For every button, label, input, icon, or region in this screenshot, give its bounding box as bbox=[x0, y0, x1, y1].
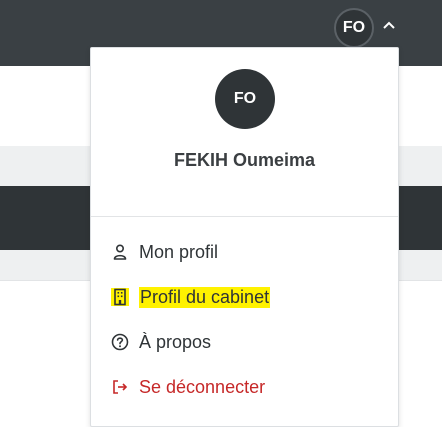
menu-item-mon-profil[interactable]: Mon profil bbox=[111, 238, 218, 266]
user-name: FEKIH Oumeima bbox=[173, 150, 316, 170]
user-menu-dropdown: FO FEKIH Oumeima Mon profil Profil du ca… bbox=[90, 47, 399, 427]
menu-item-label: Profil du cabinet bbox=[139, 286, 271, 308]
chevron-up-icon[interactable] bbox=[382, 21, 396, 31]
user-avatar-button[interactable]: FO bbox=[334, 8, 374, 48]
user-icon bbox=[113, 244, 127, 260]
menu-item-label: Mon profil bbox=[139, 241, 219, 262]
building-icon bbox=[111, 288, 129, 306]
menu-item-label: À propos bbox=[139, 331, 212, 352]
menu-item-se-deconnecter[interactable]: Se déconnecter bbox=[111, 373, 265, 401]
help-circle-icon bbox=[111, 333, 129, 351]
dropdown-separator bbox=[91, 216, 398, 217]
user-initials: FO bbox=[342, 19, 366, 36]
menu-item-profil-du-cabinet[interactable]: Profil du cabinet bbox=[111, 283, 271, 311]
dropdown-avatar-initials: FO bbox=[233, 90, 257, 107]
menu-item-a-propos[interactable]: À propos bbox=[111, 328, 211, 356]
logout-icon bbox=[113, 380, 128, 394]
menu-item-label: Se déconnecter bbox=[139, 376, 266, 397]
dropdown-avatar: FO bbox=[215, 69, 275, 129]
